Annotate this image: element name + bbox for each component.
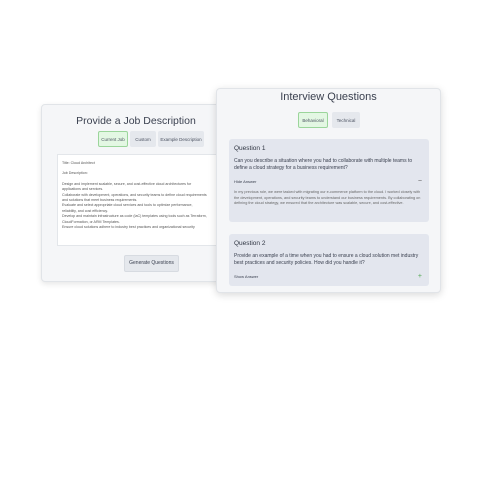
question-heading: Question 1 xyxy=(234,145,266,152)
tab-technical[interactable]: Technical xyxy=(332,112,360,128)
hide-answer-toggle[interactable]: Hide Answer − xyxy=(234,178,424,186)
toggle-label: Hide Answer xyxy=(234,179,257,184)
job-description-textarea[interactable]: Title: Cloud Architect Job Description: … xyxy=(57,154,231,246)
show-answer-toggle[interactable]: Show Answer + xyxy=(234,273,424,281)
tab-custom[interactable]: Custom xyxy=(130,131,156,147)
questions-panel-title: Interview Questions xyxy=(280,91,377,103)
job-panel-title: Provide a Job Description xyxy=(76,115,196,127)
tab-example-description[interactable]: Example Description xyxy=(158,131,204,147)
plus-icon[interactable]: + xyxy=(418,273,422,281)
question-card: Question 1 Can you describe a situation … xyxy=(229,139,429,222)
question-text: Provide an example of a time when you ha… xyxy=(234,253,419,266)
question-text: Can you describe a situation where you h… xyxy=(234,158,413,171)
question-heading: Question 2 xyxy=(234,240,266,247)
toggle-label: Show Answer xyxy=(234,274,259,279)
jd-line: Ensure cloud solutions adhere to industr… xyxy=(62,225,195,230)
generate-questions-button[interactable]: Generate Questions xyxy=(124,255,179,272)
tab-current-job[interactable]: Current Job xyxy=(98,131,128,147)
tab-behavioral[interactable]: Behavioral xyxy=(298,112,328,128)
question-card: Question 2 Provide an example of a time … xyxy=(229,234,429,286)
minus-icon[interactable]: − xyxy=(418,178,422,186)
jd-line: Develop and maintain infrastructure as c… xyxy=(62,214,207,219)
answer-text: In my previous role, we were tasked with… xyxy=(234,190,421,206)
